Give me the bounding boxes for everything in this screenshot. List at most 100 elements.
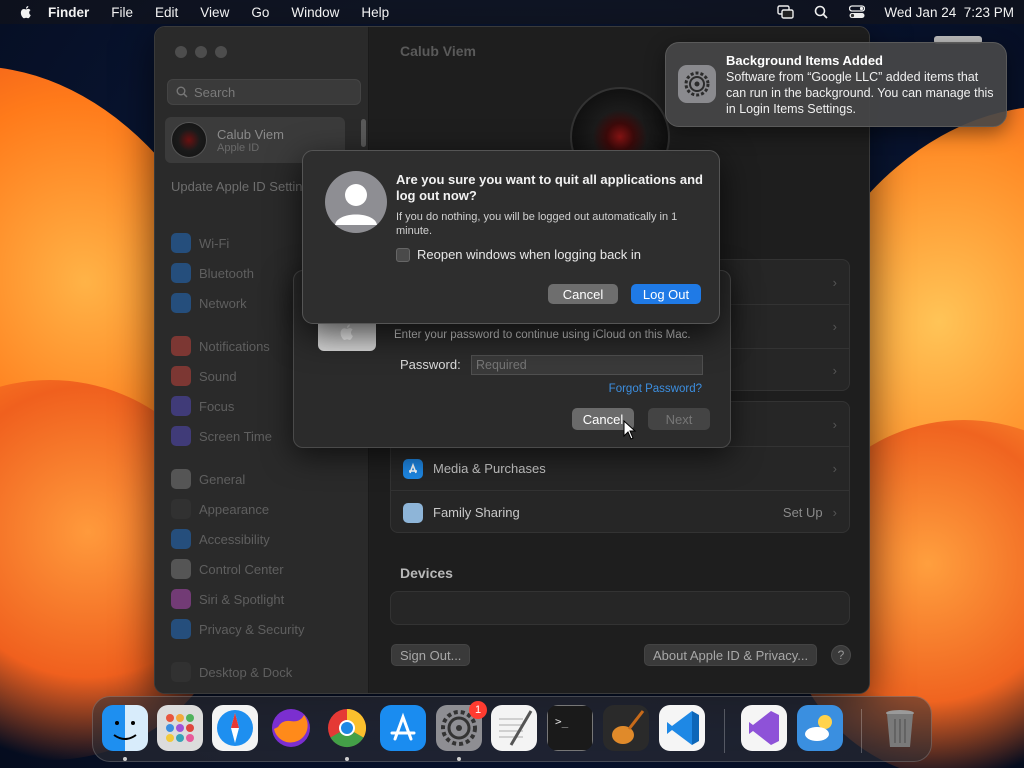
user-avatar-icon: [325, 171, 387, 233]
sidebar-item-appearance[interactable]: Appearance: [171, 497, 269, 521]
about-apple-id-button[interactable]: About Apple ID & Privacy...: [644, 644, 818, 666]
sidebar-item-control-center[interactable]: Control Center: [171, 557, 284, 581]
row-label: Media & Purchases: [433, 461, 546, 476]
dock-visual-studio-icon[interactable]: [741, 705, 787, 751]
menu-app-name[interactable]: Finder: [48, 5, 89, 20]
window-controls: [175, 46, 227, 58]
dock-finder-icon[interactable]: [102, 705, 148, 751]
sidebar-item-bluetooth[interactable]: Bluetooth: [171, 261, 254, 285]
dock-chrome-icon[interactable]: [324, 705, 370, 751]
sidebar-item-icon: [171, 499, 191, 519]
notification-banner[interactable]: Background Items Added Software from “Go…: [665, 42, 1007, 127]
sidebar-item-label: Notifications: [199, 338, 270, 354]
sidebar-item-focus[interactable]: Focus: [171, 394, 234, 418]
sidebar-user-sub: Apple ID: [217, 141, 260, 154]
chevron-right-icon: ›: [832, 416, 837, 432]
sidebar-item-label: Appearance: [199, 501, 270, 517]
sidebar-item-icon: [171, 293, 191, 313]
forgot-password-link[interactable]: Forgot Password?: [609, 383, 702, 395]
sidebar-item-icon: [171, 469, 191, 489]
spotlight-search-icon[interactable]: [812, 4, 830, 20]
apple-menu-icon[interactable]: [18, 4, 34, 20]
dock-running-indicator: [457, 757, 461, 761]
dock-terminal-icon[interactable]: >_: [547, 705, 593, 751]
dock-separator: [861, 709, 862, 753]
row-label: Family Sharing: [433, 505, 520, 520]
dock-trash-icon[interactable]: [877, 705, 923, 751]
checkbox[interactable]: [396, 247, 410, 262]
dock-firefox-icon[interactable]: [268, 705, 314, 751]
close-button[interactable]: [175, 46, 187, 58]
password-field[interactable]: Required: [471, 355, 703, 375]
sidebar-item-network[interactable]: Network: [171, 291, 247, 315]
notification-body: Software from “Google LLC” added items t…: [726, 70, 994, 116]
dock-app-store-icon[interactable]: [380, 705, 426, 751]
password-dialog-message: Enter your password to continue using iC…: [394, 329, 691, 341]
sidebar-item-label: Sound: [199, 368, 237, 384]
sidebar-item-label: General: [199, 471, 246, 487]
sidebar-item-label: Accessibility: [199, 531, 270, 547]
menu-edit[interactable]: Edit: [155, 5, 178, 20]
sidebar-item-wi-fi[interactable]: Wi-Fi: [171, 231, 229, 255]
chevron-right-icon: ›: [832, 505, 837, 520]
dock-running-indicator: [345, 757, 349, 761]
sidebar-item-label: Privacy & Security: [199, 621, 305, 637]
dock-vscode-icon[interactable]: [659, 705, 705, 751]
sidebar-item-screen-time[interactable]: Screen Time: [171, 424, 272, 448]
sidebar-item-icon: [171, 662, 191, 682]
sidebar-item-siri-spotlight[interactable]: Siri & Spotlight: [171, 587, 284, 611]
menu-go[interactable]: Go: [251, 5, 269, 20]
zoom-button[interactable]: [215, 46, 227, 58]
row-value: Set Up: [782, 505, 823, 520]
svg-text:>_: >_: [555, 715, 569, 728]
menu-help[interactable]: Help: [361, 5, 389, 20]
dock-safari-icon[interactable]: [212, 705, 258, 751]
logout-cancel-button[interactable]: Cancel: [548, 284, 618, 304]
app-store-icon: [403, 458, 423, 479]
family-sharing-icon: [403, 502, 423, 523]
sidebar-item-icon: [171, 619, 191, 639]
sidebar-item-icon: [171, 426, 191, 446]
notification-title: Background Items Added: [726, 53, 883, 68]
menu-view[interactable]: View: [200, 5, 229, 20]
screen-mirroring-icon[interactable]: [776, 4, 794, 20]
logout-info: If you do nothing, you will be logged ou…: [396, 211, 678, 237]
page-title: Calub Viem: [400, 43, 476, 59]
minimize-button[interactable]: [195, 46, 207, 58]
sidebar-item-notifications[interactable]: Notifications: [171, 334, 270, 358]
dock-garageband-icon[interactable]: [603, 705, 649, 751]
sidebar-item-general[interactable]: General: [171, 467, 245, 491]
help-button[interactable]: ?: [831, 645, 851, 665]
menu-clock[interactable]: Wed Jan 24 7:23 PM: [884, 5, 1014, 20]
sidebar-item-icon: [171, 263, 191, 283]
logout-confirm-button[interactable]: Log Out: [631, 284, 701, 304]
sidebar-item-icon: [171, 559, 191, 579]
avatar: [171, 122, 207, 158]
dock-separator: [724, 709, 725, 753]
dock-weather-icon[interactable]: [797, 705, 843, 751]
menu-file[interactable]: File: [111, 5, 133, 20]
sidebar-item-accessibility[interactable]: Accessibility: [171, 527, 270, 551]
sidebar-item-sound[interactable]: Sound: [171, 364, 237, 388]
devices-group: [390, 591, 850, 625]
row-family-sharing[interactable]: Family Sharing Set Up ›: [391, 490, 849, 534]
control-center-icon[interactable]: [848, 4, 866, 20]
sidebar-item-label: Siri & Spotlight: [199, 591, 285, 607]
sidebar-item-privacy-security[interactable]: Privacy & Security: [171, 617, 304, 641]
checkbox-label: Reopen windows when logging back in: [417, 247, 642, 262]
logout-dialog: Are you sure you want to quit all applic…: [302, 150, 720, 324]
sidebar-item-icon: [171, 336, 191, 356]
sign-out-button[interactable]: Sign Out...: [391, 644, 471, 666]
row-media-purchases[interactable]: Media & Purchases ›: [391, 446, 849, 490]
dock-textedit-icon[interactable]: [491, 705, 537, 751]
sidebar-item-icon: [171, 366, 191, 386]
sidebar-scrollbar[interactable]: [361, 119, 366, 147]
dock-launchpad-icon[interactable]: [157, 705, 203, 751]
chevron-right-icon: ›: [832, 461, 837, 476]
password-next-button[interactable]: Next: [648, 408, 710, 430]
search-icon: [176, 86, 188, 98]
sidebar-item-desktop-dock[interactable]: Desktop & Dock: [171, 660, 292, 684]
menu-window[interactable]: Window: [291, 5, 339, 20]
reopen-windows-checkbox[interactable]: Reopen windows when logging back in: [396, 247, 641, 262]
sidebar-search-field[interactable]: Search: [167, 79, 361, 105]
